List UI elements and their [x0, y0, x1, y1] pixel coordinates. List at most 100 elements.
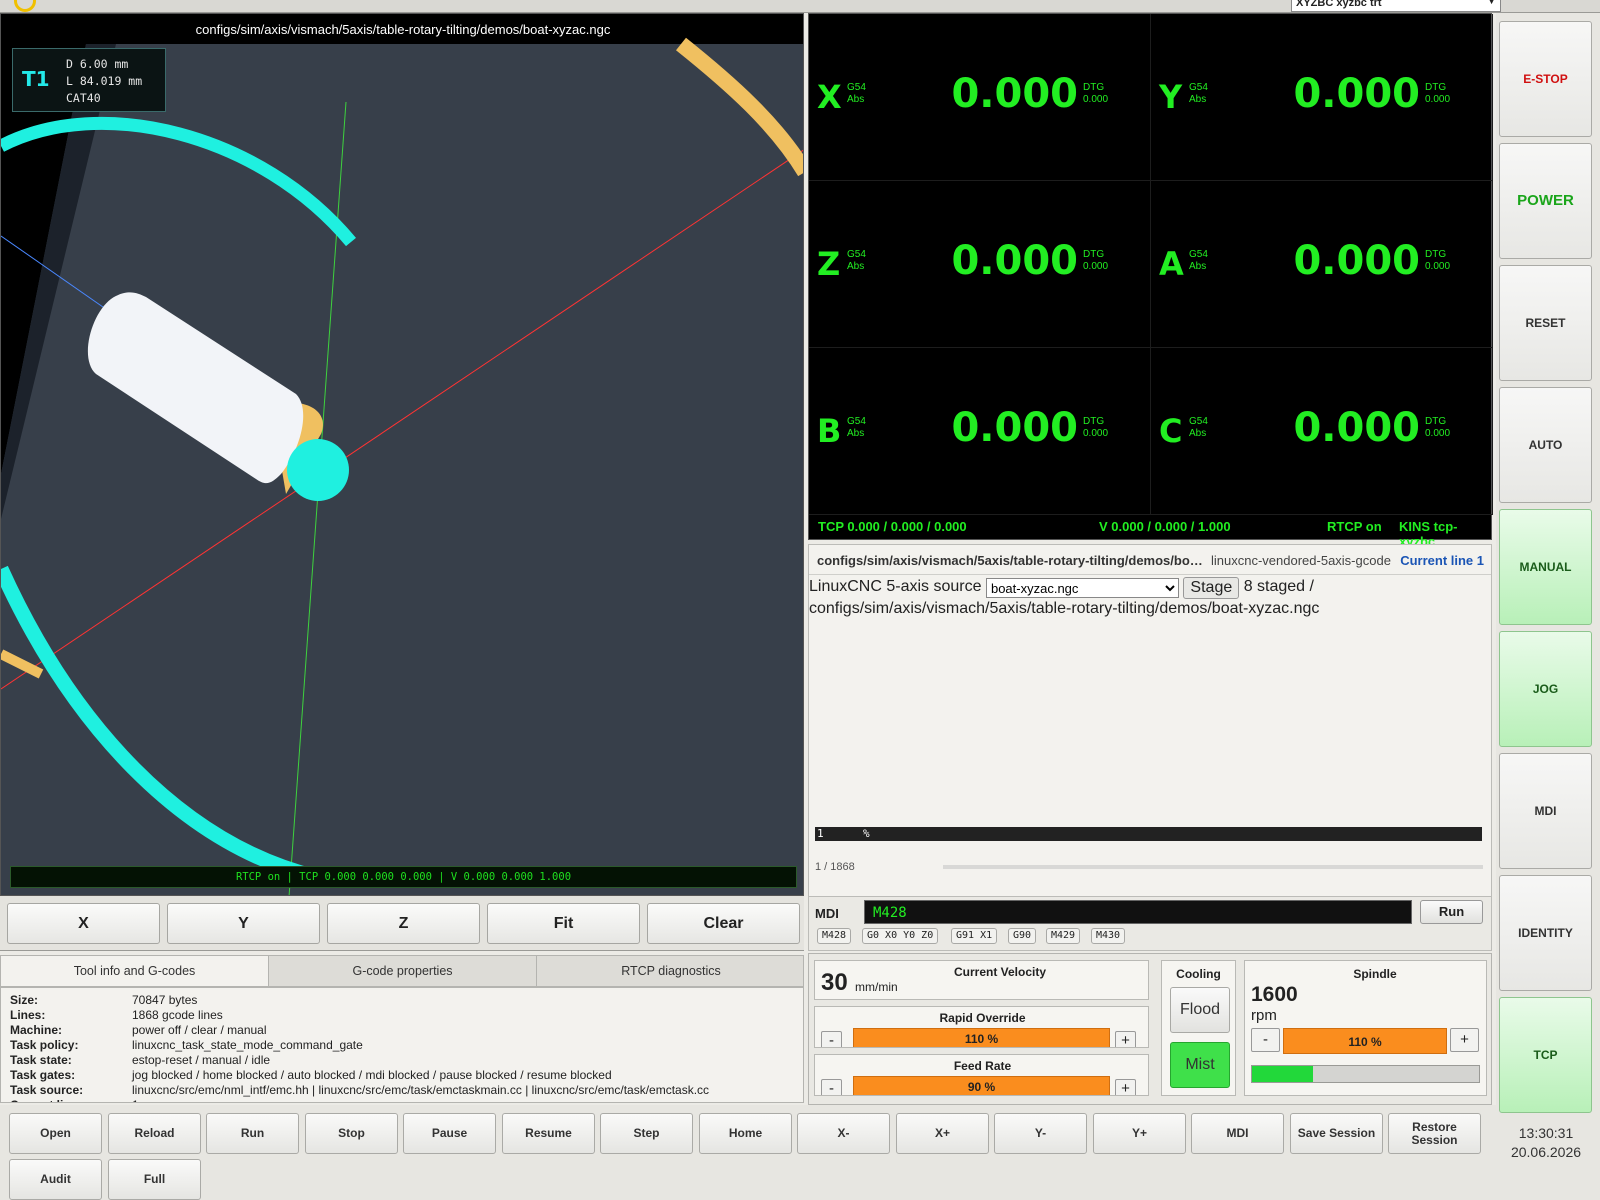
audit-button[interactable]: Audit	[9, 1159, 102, 1200]
flood-button[interactable]: Flood	[1170, 987, 1230, 1033]
preview-3d-viewport[interactable]: configs/sim/axis/vismach/5axis/table-rot…	[0, 13, 804, 896]
dro-axis-z: Z G54 Abs 0.000 DTG 0.000	[809, 181, 1151, 348]
tab-tool-info[interactable]: Tool info and G-codes	[1, 956, 269, 986]
info-key: Task policy:	[10, 1038, 79, 1052]
feed-rate-box: Feed Rate - 90 % +	[814, 1054, 1149, 1096]
info-row: Task source: linuxcnc/src/emc/nml_intf/em…	[10, 1083, 800, 1098]
rapid-minus-button[interactable]: -	[821, 1031, 842, 1047]
mdi-history-chip[interactable]: M429	[1046, 928, 1081, 944]
info-key: Size:	[10, 993, 39, 1007]
gcode-file-path: configs/sim/axis/vismach/5axis/table-rot…	[817, 553, 1207, 568]
dro-axis-a: A G54 Abs 0.000 DTG 0.000	[1151, 181, 1493, 348]
top-bar: XYZBC xyzbc trt ▼	[0, 0, 1600, 13]
view-z-button[interactable]: Z	[327, 903, 480, 944]
identity-button[interactable]: IDENTITY	[1499, 875, 1592, 991]
resume-button[interactable]: Resume	[502, 1113, 595, 1154]
manual-mode-button[interactable]: MANUAL	[1499, 509, 1592, 625]
spindle-unit: rpm	[1251, 1007, 1277, 1024]
jog-x-plus-button[interactable]: X+	[896, 1113, 989, 1154]
spindle-title: Spindle	[1353, 967, 1397, 981]
tcp-button[interactable]: TCP	[1499, 997, 1592, 1113]
spindle-box: Spindle 1600 rpm - 110 % +	[1244, 960, 1487, 1096]
machine-controls: Current Velocity 30 mm/min Rapid Overrid…	[808, 953, 1492, 1105]
viewport-file-title: configs/sim/axis/vismach/5axis/table-rot…	[195, 22, 611, 37]
dtg-label: DTG	[1425, 82, 1447, 93]
feed-plus-button[interactable]: +	[1115, 1079, 1136, 1095]
dtg-value: 0.000	[1425, 428, 1451, 439]
reset-button[interactable]: RESET	[1499, 265, 1592, 381]
mdi-history-chip[interactable]: M428	[817, 928, 852, 944]
tab-gcode-properties[interactable]: G-code properties	[269, 956, 537, 986]
spindle-override-bar[interactable]: 110 %	[1283, 1028, 1447, 1054]
jog-x-minus-button[interactable]: X-	[797, 1113, 890, 1154]
view-fit-button[interactable]: Fit	[487, 903, 640, 944]
source-select[interactable]: boat-xyzac.ngc	[985, 578, 1179, 598]
axis-wcs: G54 Abs	[847, 249, 866, 273]
mdi-history-chip[interactable]: M430	[1091, 928, 1126, 944]
wcs-label: G54	[1189, 416, 1208, 427]
tcp-readout: TCP 0.000 / 0.000 / 0.000	[818, 519, 967, 534]
auto-mode-button[interactable]: AUTO	[1499, 387, 1592, 503]
kinematics-select-value: XYZBC xyzbc trt	[1296, 0, 1382, 9]
tab-rtcp-diagnostics[interactable]: RTCP diagnostics	[537, 956, 805, 986]
stop-button[interactable]: Stop	[305, 1113, 398, 1154]
kinematics-select[interactable]: XYZBC xyzbc trt ▼	[1291, 0, 1501, 12]
mdi-history-chip[interactable]: G0 X0 Y0 Z0	[862, 928, 939, 944]
mist-button[interactable]: Mist	[1170, 1042, 1230, 1088]
view-y-button[interactable]: Y	[167, 903, 320, 944]
info-row: Machine: power off / clear / manual	[10, 1023, 800, 1038]
restore-session-button[interactable]: Restore Session	[1388, 1113, 1481, 1154]
jog-y-minus-button[interactable]: Y-	[994, 1113, 1087, 1154]
dtg-label: DTG	[1425, 416, 1447, 427]
info-key: Lines:	[10, 1008, 46, 1022]
save-session-button[interactable]: Save Session	[1290, 1113, 1383, 1154]
wcs-label: G54	[1189, 82, 1208, 93]
feed-rate-title: Feed Rate	[953, 1059, 1012, 1073]
step-button[interactable]: Step	[600, 1113, 693, 1154]
mode-rail: E-STOP POWER RESET AUTO MANUAL JOG MDI I…	[1496, 13, 1600, 1200]
axis-wcs: G54 Abs	[1189, 416, 1208, 440]
clock: 13:30:31 20.06.2026	[1496, 1124, 1596, 1162]
cooling-title: Cooling	[1176, 967, 1221, 981]
axis-wcs: G54 Abs	[1189, 82, 1208, 106]
source-label: LinuxCNC 5-axis source	[809, 578, 982, 595]
mdi-history-chip[interactable]: G91 X1	[951, 928, 998, 944]
info-key: Task gates:	[10, 1068, 76, 1082]
axis-wcs: G54 Abs	[1189, 249, 1208, 273]
view-clear-button[interactable]: Clear	[647, 903, 800, 944]
home-button[interactable]: Home	[699, 1113, 792, 1154]
gcode-scrollbar[interactable]	[943, 865, 1483, 869]
mdi-run-button[interactable]: Run	[1420, 900, 1483, 924]
jog-button[interactable]: JOG	[1499, 631, 1592, 747]
run-button[interactable]: Run	[206, 1113, 299, 1154]
stage-button[interactable]: Stage	[1183, 577, 1240, 599]
clock-date: 20.06.2026	[1510, 1144, 1582, 1160]
mdi-button[interactable]: MDI	[1191, 1113, 1284, 1154]
mdi-input[interactable]: M428	[864, 900, 1412, 924]
axis-value: 0.000	[951, 238, 1078, 284]
mdi-history-chip[interactable]: G90	[1008, 928, 1037, 944]
spindle-minus-button[interactable]: -	[1251, 1028, 1280, 1052]
axis-dtg: DTG 0.000	[1425, 416, 1450, 440]
rapid-plus-button[interactable]: +	[1115, 1031, 1136, 1047]
mode-label: Abs	[1189, 428, 1207, 439]
feed-rate-bar[interactable]: 90 %	[853, 1076, 1110, 1095]
estop-button[interactable]: E-STOP	[1499, 21, 1592, 137]
toolpath-scene	[1, 14, 803, 895]
spindle-plus-button[interactable]: +	[1450, 1028, 1479, 1052]
axis-dtg: DTG 0.000	[1083, 416, 1108, 440]
mode-label: Abs	[847, 261, 865, 272]
axis-letter: C	[1159, 412, 1183, 450]
feed-minus-button[interactable]: -	[821, 1079, 842, 1095]
pause-button[interactable]: Pause	[403, 1113, 496, 1154]
rapid-override-bar[interactable]: 110 %	[853, 1028, 1110, 1047]
power-button[interactable]: POWER	[1499, 143, 1592, 259]
jog-y-plus-button[interactable]: Y+	[1093, 1113, 1186, 1154]
view-x-button[interactable]: X	[7, 903, 160, 944]
mdi-mode-button[interactable]: MDI	[1499, 753, 1592, 869]
dtg-value: 0.000	[1083, 261, 1109, 272]
open-button[interactable]: Open	[9, 1113, 102, 1154]
full-button[interactable]: Full	[108, 1159, 201, 1200]
reload-button[interactable]: Reload	[108, 1113, 201, 1154]
velocity-value: 30	[821, 969, 848, 996]
